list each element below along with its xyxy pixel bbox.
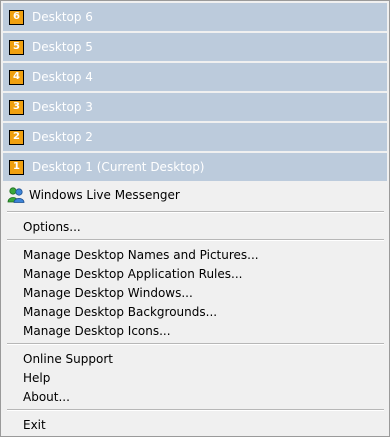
desktop-item-6[interactable]: 6 Desktop 6 <box>3 3 387 31</box>
desktop-list: 6 Desktop 6 5 Desktop 5 4 Desktop 4 3 De… <box>3 3 387 183</box>
menu-item-online-support[interactable]: Online Support <box>23 351 113 367</box>
menu-item-windows-live-messenger[interactable]: Windows Live Messenger <box>7 187 180 203</box>
desktop-item-label: Desktop 5 <box>32 40 93 54</box>
desktop-item-label: Desktop 4 <box>32 70 93 84</box>
desktop-number-badge-icon: 5 <box>9 39 24 55</box>
desktop-item-label: Desktop 1 (Current Desktop) <box>32 160 205 174</box>
desktop-number-badge-icon: 6 <box>9 9 24 25</box>
messenger-buddies-icon <box>7 187 25 203</box>
menu-item-options[interactable]: Options... <box>23 219 81 235</box>
menu-item-label: Windows Live Messenger <box>29 188 180 202</box>
desktop-item-label: Desktop 2 <box>32 130 93 144</box>
menu-separator <box>7 409 384 411</box>
desktop-number-badge-icon: 3 <box>9 99 24 115</box>
menu-separator <box>7 211 384 213</box>
menu-item-manage-names[interactable]: Manage Desktop Names and Pictures... <box>23 247 259 263</box>
desktop-item-5[interactable]: 5 Desktop 5 <box>3 33 387 61</box>
menu-separator <box>7 239 384 241</box>
desktop-context-menu: 6 Desktop 6 5 Desktop 5 4 Desktop 4 3 De… <box>0 0 390 437</box>
desktop-item-1-current[interactable]: 1 Desktop 1 (Current Desktop) <box>3 153 387 181</box>
menu-item-manage-icons[interactable]: Manage Desktop Icons... <box>23 323 171 339</box>
desktop-item-label: Desktop 3 <box>32 100 93 114</box>
desktop-item-4[interactable]: 4 Desktop 4 <box>3 63 387 91</box>
menu-item-manage-windows[interactable]: Manage Desktop Windows... <box>23 285 193 301</box>
desktop-number-badge-icon: 4 <box>9 69 24 85</box>
menu-item-help[interactable]: Help <box>23 370 50 386</box>
desktop-item-3[interactable]: 3 Desktop 3 <box>3 93 387 121</box>
menu-item-exit[interactable]: Exit <box>23 417 46 433</box>
menu-item-about[interactable]: About... <box>23 389 70 405</box>
menu-item-manage-backgrounds[interactable]: Manage Desktop Backgrounds... <box>23 304 217 320</box>
menu-separator <box>7 343 384 345</box>
desktop-item-label: Desktop 6 <box>32 10 93 24</box>
desktop-number-badge-icon: 2 <box>9 129 24 145</box>
menu-item-manage-app-rules[interactable]: Manage Desktop Application Rules... <box>23 266 242 282</box>
desktop-number-badge-icon: 1 <box>9 159 24 175</box>
desktop-item-2[interactable]: 2 Desktop 2 <box>3 123 387 151</box>
